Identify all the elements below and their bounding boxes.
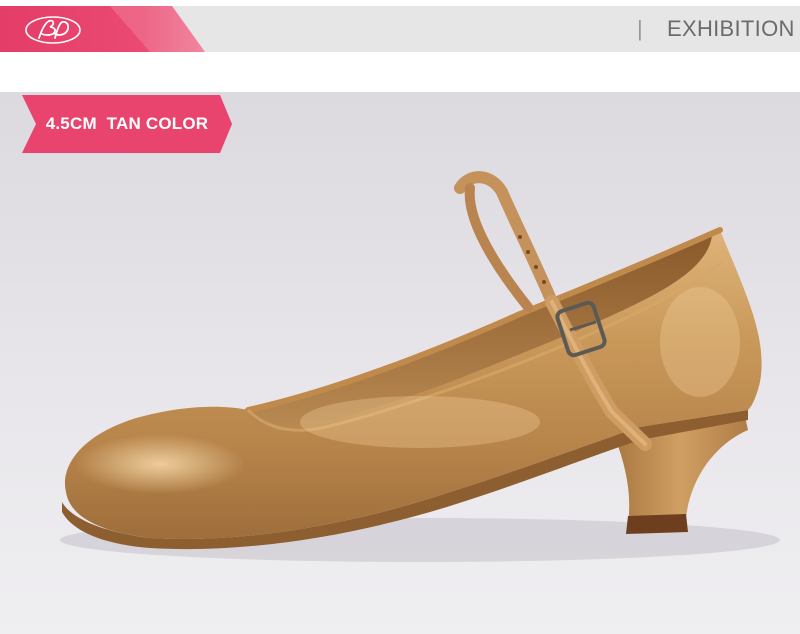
badge-label: 4.5CM TAN COLOR [45, 114, 209, 133]
size-color-badge: 4.5CM TAN COLOR [22, 95, 232, 153]
logo-tab[interactable] [0, 6, 205, 52]
bd-logo-icon [25, 16, 81, 44]
shoe-photo [60, 171, 780, 562]
header-title[interactable]: EXHIBITION [667, 16, 795, 42]
product-photo [0, 92, 800, 634]
header-separator: | [637, 16, 643, 41]
